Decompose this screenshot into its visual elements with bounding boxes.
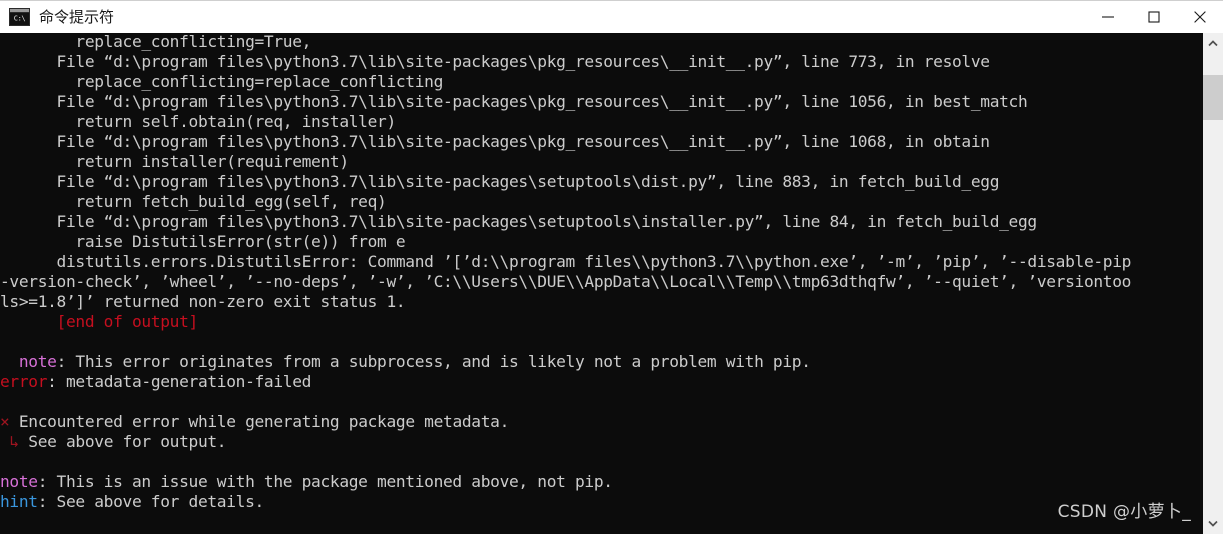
console-segment: raise DistutilsError(str(e)) from e — [0, 232, 406, 251]
console-segment: : This error originates from a subproces… — [56, 352, 811, 371]
console-segment: : metadata-generation-failed — [47, 372, 312, 391]
console-segment: [end of output] — [0, 312, 199, 331]
console-segment: ↳ — [0, 432, 19, 451]
console-segment: File “d:\program files\python3.7\lib\sit… — [0, 132, 990, 151]
console-line: ls>=1.8’]’ returned non-zero exit status… — [0, 292, 1131, 312]
console-segment: ls>=1.8’]’ returned non-zero exit status… — [0, 292, 406, 311]
console-segment: File “d:\program files\python3.7\lib\sit… — [0, 172, 1000, 191]
vertical-scrollbar[interactable] — [1203, 33, 1223, 534]
scrollbar-thumb[interactable] — [1203, 75, 1223, 120]
console-segment: File “d:\program files\python3.7\lib\sit… — [0, 212, 1038, 231]
console-line: note: This error originates from a subpr… — [0, 352, 1131, 372]
console-text: replace_conflicting=True, File “d:\progr… — [0, 33, 1131, 512]
title-bar[interactable]: C:\ 命令提示符 — [0, 0, 1223, 33]
maximize-button[interactable] — [1131, 1, 1177, 34]
console-segment: note — [18, 352, 57, 371]
console-line: error: metadata-generation-failed — [0, 372, 1131, 392]
scroll-up-button[interactable] — [1203, 33, 1223, 54]
console-segment — [0, 352, 19, 371]
console-line: File “d:\program files\python3.7\lib\sit… — [0, 212, 1131, 232]
console-line: File “d:\program files\python3.7\lib\sit… — [0, 172, 1131, 192]
console-line: raise DistutilsError(str(e)) from e — [0, 232, 1131, 252]
console-line: [end of output] — [0, 312, 1131, 332]
minimize-button[interactable] — [1085, 1, 1131, 34]
console-line: return self.obtain(req, installer) — [0, 112, 1131, 132]
command-prompt-window: C:\ 命令提示符 replace_conflicting=True, File… — [0, 0, 1223, 534]
console-segment: : See above for details. — [37, 492, 265, 511]
terminal-text-viewport: replace_conflicting=True, File “d:\progr… — [0, 33, 1203, 534]
console-line: File “d:\program files\python3.7\lib\sit… — [0, 92, 1131, 112]
console-segment: See above for output. — [18, 432, 227, 451]
console-line: return installer(requirement) — [0, 152, 1131, 172]
maximize-icon — [1148, 11, 1160, 23]
console-segment: note — [0, 472, 38, 491]
console-segment: hint — [0, 492, 38, 511]
chevron-down-icon — [1208, 520, 1218, 527]
console-line: hint: See above for details. — [0, 492, 1131, 512]
console-segment: return fetch_build_egg(self, req) — [0, 192, 387, 211]
console-line: × Encountered error while generating pac… — [0, 412, 1131, 432]
scroll-down-button[interactable] — [1203, 513, 1223, 534]
console-segment: error — [0, 372, 48, 391]
terminal-output-area[interactable]: replace_conflicting=True, File “d:\progr… — [0, 33, 1223, 534]
console-segment: -version-check’, ’wheel’, ’--no-deps’, ’… — [0, 272, 1132, 291]
title-bar-left: C:\ 命令提示符 — [0, 8, 114, 26]
cmd-icon-body: C:\ — [10, 13, 29, 25]
console-line: ↳ See above for output. — [0, 432, 1131, 452]
console-segment: distutils.errors.DistutilsError: Command… — [0, 252, 1132, 271]
console-line: File “d:\program files\python3.7\lib\sit… — [0, 52, 1131, 72]
console-segment: File “d:\program files\python3.7\lib\sit… — [0, 52, 990, 71]
window-title: 命令提示符 — [39, 7, 115, 26]
console-segment: File “d:\program files\python3.7\lib\sit… — [0, 92, 1028, 111]
console-line: replace_conflicting=replace_conflicting — [0, 72, 1131, 92]
console-line: distutils.errors.DistutilsError: Command… — [0, 252, 1132, 272]
console-segment: return installer(requirement) — [0, 152, 349, 171]
console-segment: : This is an issue with the package ment… — [37, 472, 613, 491]
console-line: -version-check’, ’wheel’, ’--no-deps’, ’… — [0, 272, 1131, 292]
console-line: File “d:\program files\python3.7\lib\sit… — [0, 132, 1131, 152]
close-button[interactable] — [1177, 1, 1223, 34]
minimize-icon — [1102, 16, 1114, 18]
window-controls — [1085, 1, 1223, 34]
console-segment: replace_conflicting=True, — [0, 33, 312, 51]
console-line: note: This is an issue with the package … — [0, 472, 1131, 492]
console-line: replace_conflicting=True, — [0, 33, 1131, 52]
chevron-up-icon — [1208, 40, 1218, 47]
cmd-icon-prompt-text: C:\ — [13, 14, 26, 22]
cmd-icon: C:\ — [9, 8, 30, 26]
close-icon — [1194, 11, 1206, 23]
console-segment: Encountered error while generating packa… — [9, 412, 509, 431]
console-line: return fetch_build_egg(self, req) — [0, 192, 1131, 212]
console-segment: replace_conflicting=replace_conflicting — [0, 72, 444, 91]
console-segment: return self.obtain(req, installer) — [0, 112, 396, 131]
